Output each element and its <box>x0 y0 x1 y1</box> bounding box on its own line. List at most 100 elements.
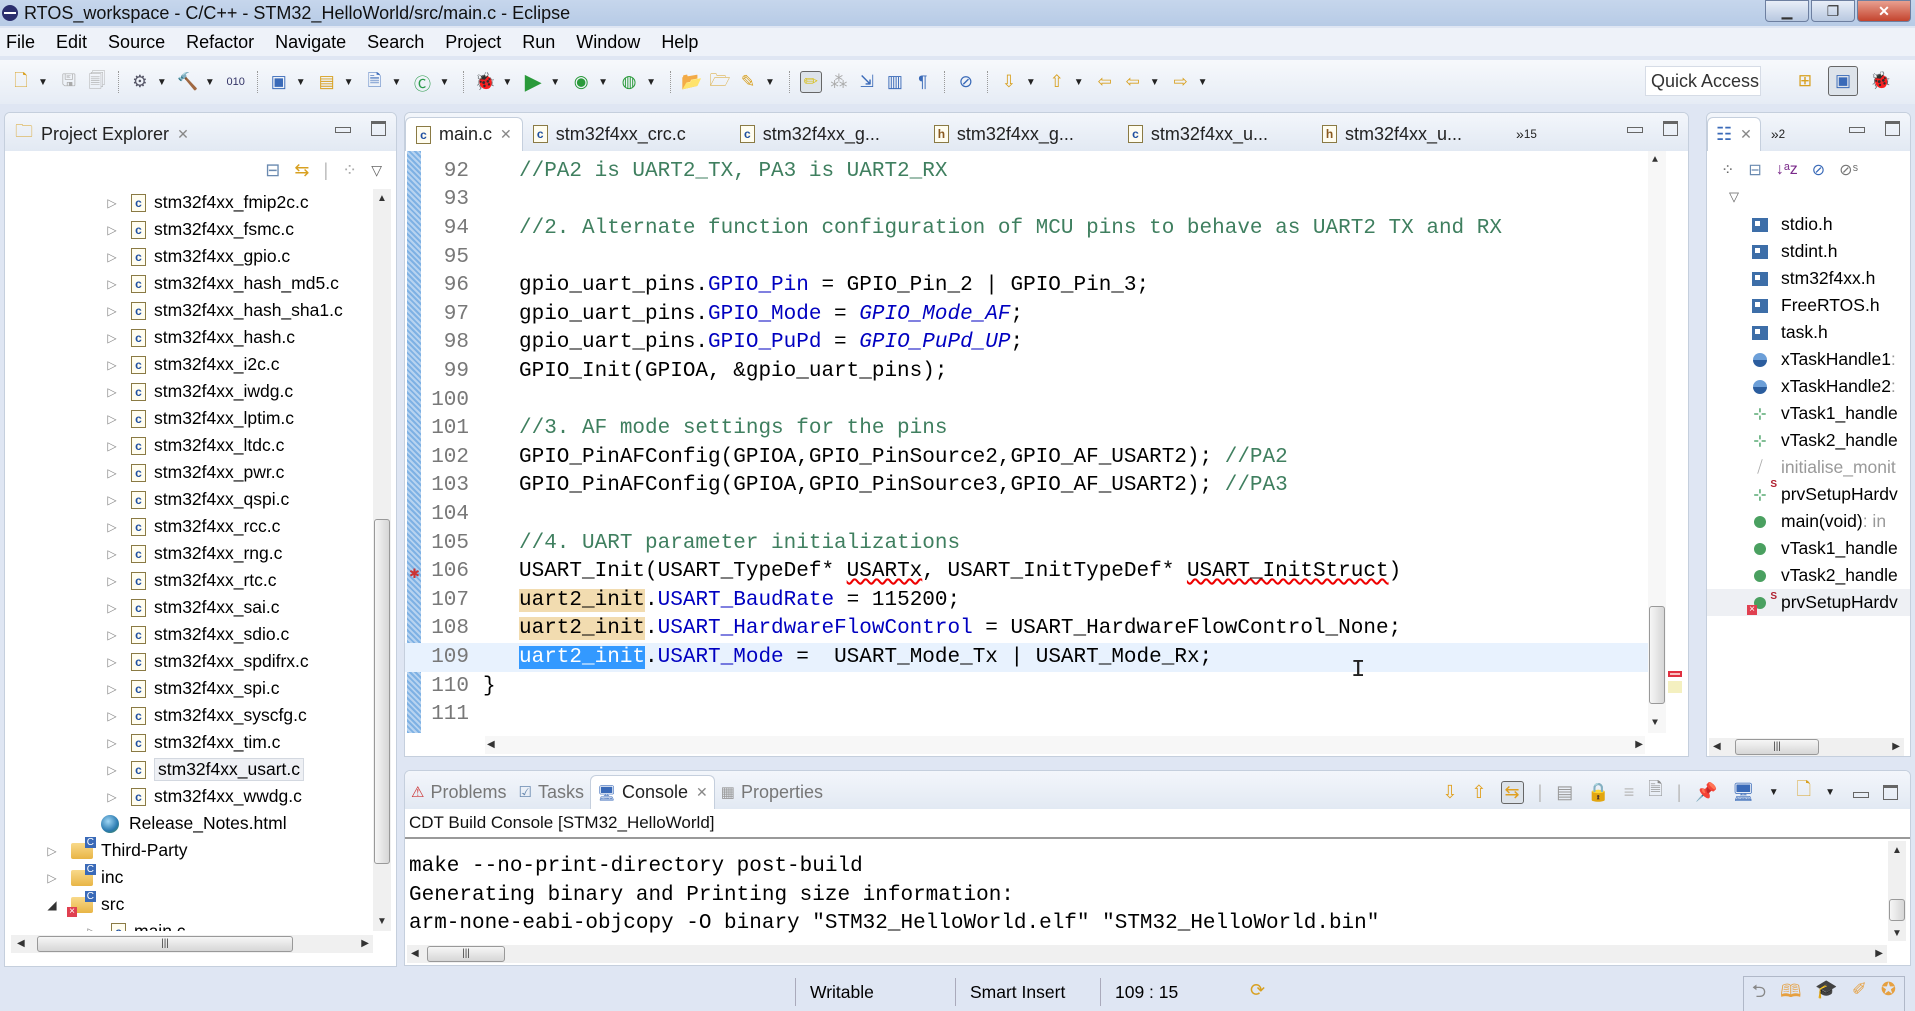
build-config-dropdown[interactable]: ▼ <box>157 77 167 88</box>
scrollbar-thumb[interactable]: ||| <box>427 946 505 962</box>
scroll-up-arrow[interactable]: ▲ <box>377 193 387 204</box>
open-console-icon[interactable]: 🗋 <box>1797 777 1811 807</box>
code-text[interactable]: uart2_init.USART_BaudRate = 115200; <box>469 588 960 612</box>
menu-file[interactable]: File <box>6 32 35 53</box>
code-line[interactable]: 94 //2. Alternate function configuration … <box>405 214 1648 243</box>
expand-arrow-icon[interactable]: ▷ <box>105 628 119 642</box>
build-config-icon[interactable]: ⚙ <box>129 71 151 93</box>
code-line[interactable]: 96 gpio_uart_pins.GPIO_Pin = GPIO_Pin_2 |… <box>405 271 1648 300</box>
next-annotation-dropdown[interactable]: ▼ <box>1026 77 1036 88</box>
expand-arrow-icon[interactable]: ▷ <box>105 601 119 615</box>
debug-dropdown[interactable]: ▼ <box>502 77 512 88</box>
scroll-down-arrow[interactable]: ▼ <box>377 916 387 927</box>
new-icon[interactable]: 🗋 <box>10 71 32 93</box>
expand-arrow-icon[interactable]: ▷ <box>85 925 99 932</box>
tree-item[interactable]: ▷ c stm32f4xx_rcc.c <box>5 513 375 540</box>
link-with-editor-icon[interactable]: ⇆ <box>294 160 309 181</box>
code-line[interactable]: 109 uart2_init.USART_Mode = USART_Mode_Tx… <box>405 643 1648 672</box>
new-dropdown[interactable]: ▼ <box>38 77 48 88</box>
outline-item[interactable]: stdio.h <box>1707 211 1910 238</box>
minimize-editor-button[interactable] <box>1627 127 1643 133</box>
menu-help[interactable]: Help <box>661 32 698 53</box>
tree-item[interactable]: ▷ c stm32f4xx_tim.c <box>5 729 375 756</box>
expand-arrow-icon[interactable]: ▷ <box>105 331 119 345</box>
tree-item[interactable]: ▷ c stm32f4xx_fsmc.c <box>5 216 375 243</box>
maximize-view-button[interactable] <box>1885 121 1900 136</box>
tree-item[interactable]: ▷ c stm32f4xx_i2c.c <box>5 351 375 378</box>
scroll-left-arrow[interactable]: ◀ <box>1713 741 1721 752</box>
new-source-folder-dropdown[interactable]: ▼ <box>344 77 354 88</box>
scrollbar-thumb[interactable] <box>1649 606 1665 704</box>
editor-vscrollbar[interactable]: ▲ ▼ <box>1648 151 1666 733</box>
tree-item[interactable]: ▷ c stm32f4xx_rng.c <box>5 540 375 567</box>
open-element-icon[interactable]: 🗁 <box>709 71 731 93</box>
tree-item[interactable]: Release_Notes.html <box>5 810 375 837</box>
code-line[interactable]: 92 //PA2 is UART2_TX, PA3 is UART2_RX <box>405 157 1648 186</box>
new-c-file-icon[interactable]: 🗎 <box>364 71 386 93</box>
expand-arrow-icon[interactable]: ▷ <box>105 682 119 696</box>
tab-properties[interactable]: ▦ Properties <box>715 775 829 809</box>
next-annotation-icon[interactable]: ⇩ <box>998 71 1020 93</box>
outline-item[interactable]: ⊹ vTask2_handle <box>1707 427 1910 454</box>
code-text[interactable]: gpio_uart_pins.GPIO_Pin = GPIO_Pin_2 | G… <box>469 274 1149 297</box>
tree-item[interactable]: ▷ inc <box>5 863 375 891</box>
collapse-all-icon[interactable]: ⊟ <box>1748 160 1761 180</box>
menu-project[interactable]: Project <box>445 32 501 53</box>
tree-item[interactable]: ▷ c stm32f4xx_usart.c <box>5 756 375 783</box>
tree-item[interactable]: ▷ c stm32f4xx_sdio.c <box>5 621 375 648</box>
code-line[interactable]: 110} <box>405 672 1648 701</box>
expand-arrow-icon[interactable]: ▷ <box>105 520 119 534</box>
code-line[interactable]: 102 GPIO_PinAFConfig(GPIOA,GPIO_PinSource… <box>405 443 1648 472</box>
scroll-down-arrow[interactable]: ▼ <box>1892 928 1902 939</box>
sort-az-icon[interactable]: ↓ᵃz <box>1776 161 1798 179</box>
outline-item[interactable]: vTask1_handle <box>1707 535 1910 562</box>
tree-item[interactable]: ▷ c stm32f4xx_ltdc.c <box>5 432 375 459</box>
tree-item[interactable]: ▷ c stm32f4xx_hash_md5.c <box>5 270 375 297</box>
code-text[interactable]: //PA2 is UART2_TX, PA3 is UART2_RX <box>469 160 947 183</box>
open-console-dropdown[interactable]: ▼ <box>1825 787 1835 798</box>
maximize-editor-button[interactable] <box>1663 121 1678 136</box>
scroll-down-icon[interactable]: ⇩ <box>1442 782 1457 803</box>
scrollbar-thumb[interactable] <box>374 519 390 864</box>
code-line[interactable]: 100 <box>405 386 1648 415</box>
scroll-left-arrow[interactable]: ◀ <box>17 938 25 949</box>
external-tools-icon[interactable]: ◍ <box>618 71 640 93</box>
expand-arrow-icon[interactable]: ▷ <box>105 790 119 804</box>
pin-console-icon[interactable]: 📌 <box>1695 782 1717 803</box>
code-line[interactable]: 93 <box>405 186 1648 215</box>
minimize-button[interactable]: ▁ <box>1765 0 1809 22</box>
tree-item[interactable]: ▷ c stm32f4xx_syscfg.c <box>5 702 375 729</box>
expand-arrow-icon[interactable]: ▷ <box>105 736 119 750</box>
console-hscrollbar[interactable]: ◀ ||| ▶ <box>407 945 1887 963</box>
show-desktop-icon[interactable]: ⮌ <box>1752 979 1766 1009</box>
code-editor[interactable]: 92//PA2 is UART2_TX, PA3 is UART2_RX 93 94… <box>405 151 1688 734</box>
error-marker-icon[interactable]: ✱ <box>409 567 423 582</box>
outline-item[interactable]: ⊹ SprvSetupHardv <box>1707 479 1910 508</box>
code-line[interactable]: 98 gpio_uart_pins.GPIO_PuPd = GPIO_PuPd_U… <box>405 329 1648 358</box>
outline-hscrollbar[interactable]: ◀ ||| ▶ <box>1709 738 1904 756</box>
outline-item[interactable]: ⊹ vTask1_handle <box>1707 400 1910 427</box>
editor-tab[interactable]: h stm32f4xx_g... <box>924 117 1118 151</box>
c-cpp-perspective-icon[interactable]: ▣ <box>1828 66 1858 96</box>
code-text[interactable]: uart2_init.USART_Mode = USART_Mode_Tx | … <box>469 645 1212 669</box>
overview-icon[interactable]: 🕮 <box>1780 979 1801 1009</box>
close-icon[interactable]: ✕ <box>696 784 708 801</box>
console-output[interactable]: make --no-print-directory post-build Gene… <box>409 853 1379 939</box>
close-icon[interactable]: ✕ <box>177 126 189 143</box>
expand-arrow-icon[interactable]: ▷ <box>105 385 119 399</box>
menu-window[interactable]: Window <box>576 32 640 53</box>
back-icon[interactable]: ⇦ <box>1122 71 1144 93</box>
run-icon[interactable]: ▶ <box>522 69 544 94</box>
forward-icon[interactable]: ⇨ <box>1170 71 1192 93</box>
scroll-right-arrow[interactable]: ▶ <box>1635 739 1643 750</box>
tab-console[interactable]: 🖥 Console ✕ <box>589 775 715 809</box>
code-line[interactable]: 106 USART_Init(USART_TypeDef* USARTx, USA… <box>405 557 1648 586</box>
tab-overflow[interactable]: » 2 <box>1761 117 1795 151</box>
project-tree-vscrollbar[interactable]: ▲ ▼ <box>373 189 391 931</box>
code-text[interactable]: GPIO_PinAFConfig(GPIOA,GPIO_PinSource2,G… <box>469 446 1288 469</box>
editor-tab[interactable]: c stm32f4xx_g... <box>730 117 924 151</box>
outline-item[interactable]: main(void) : in <box>1707 508 1910 535</box>
maximize-view-button[interactable] <box>371 121 386 136</box>
filters-icon[interactable]: ⁘ <box>1721 160 1734 180</box>
clear-console-icon[interactable]: 🗎 <box>1648 777 1662 807</box>
